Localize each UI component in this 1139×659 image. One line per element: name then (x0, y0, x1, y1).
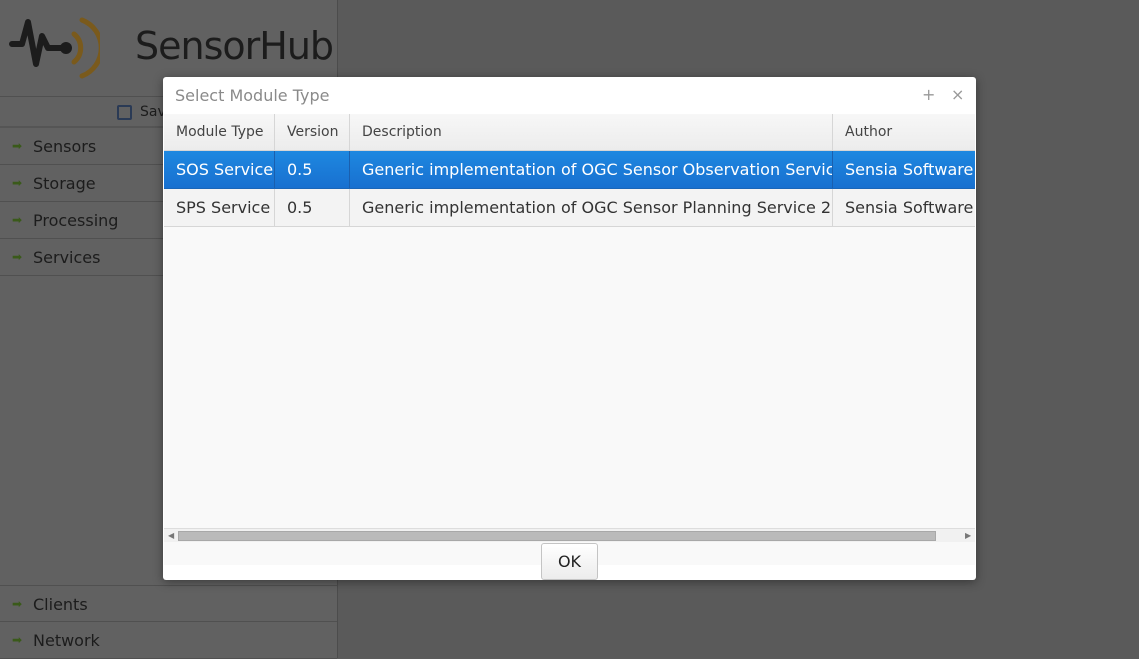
table-row[interactable]: SPS Service 0.5 Generic implementation o… (164, 189, 975, 227)
sensorhub-logo-icon (9, 17, 100, 79)
sidebar-item-label: Clients (33, 595, 88, 614)
scroll-right-icon[interactable]: ▶ (965, 531, 971, 540)
arrow-right-icon: ➡ (12, 213, 23, 227)
module-type-table: Module Type Version Description Author S… (164, 114, 975, 565)
sidebar-item-label: Network (33, 631, 100, 650)
cell-module-type: SPS Service (164, 189, 275, 226)
column-header-author[interactable]: Author (833, 114, 975, 150)
sidebar-item-clients[interactable]: ➡ Clients (0, 585, 337, 622)
maximize-icon[interactable]: + (922, 85, 935, 104)
scroll-left-icon[interactable]: ◀ (168, 531, 174, 540)
table-header: Module Type Version Description Author (164, 114, 975, 151)
sidebar-item-label: Processing (33, 211, 119, 230)
close-icon[interactable]: × (951, 85, 964, 104)
column-header-description[interactable]: Description (350, 114, 833, 150)
sidebar-item-label: Sensors (33, 137, 97, 156)
sidebar-item-label: Services (33, 248, 101, 267)
cell-description: Generic implementation of OGC Sensor Obs… (350, 151, 833, 188)
app-name: SensorHub (135, 24, 334, 68)
scrollbar-thumb[interactable] (178, 531, 936, 541)
cell-author: Sensia Software LLC (845, 198, 975, 217)
dialog-title: Select Module Type (175, 86, 330, 105)
cell-description: Generic implementation of OGC Sensor Pla… (350, 189, 833, 226)
sidebar-item-label: Storage (33, 174, 96, 193)
cell-author: Sensia Software LLC (845, 160, 975, 179)
arrow-right-icon: ➡ (12, 250, 23, 264)
select-module-type-dialog: Select Module Type + × Module Type Versi… (163, 77, 976, 580)
cell-version: 0.5 (275, 151, 350, 188)
cell-module-type: SOS Service (164, 151, 275, 188)
column-header-module-type[interactable]: Module Type (164, 114, 275, 150)
arrow-right-icon: ➡ (12, 597, 23, 611)
column-header-version[interactable]: Version (275, 114, 350, 150)
arrow-right-icon: ➡ (12, 176, 23, 190)
save-icon (117, 105, 132, 120)
horizontal-scrollbar[interactable]: ◀ ▶ (164, 528, 975, 542)
sidebar-item-network[interactable]: ➡ Network (0, 622, 337, 659)
arrow-right-icon: ➡ (12, 139, 23, 153)
arrow-right-icon: ➡ (12, 633, 23, 647)
table-row[interactable]: SOS Service 0.5 Generic implementation o… (164, 151, 975, 189)
ok-button[interactable]: OK (541, 543, 598, 580)
cell-version: 0.5 (275, 189, 350, 226)
